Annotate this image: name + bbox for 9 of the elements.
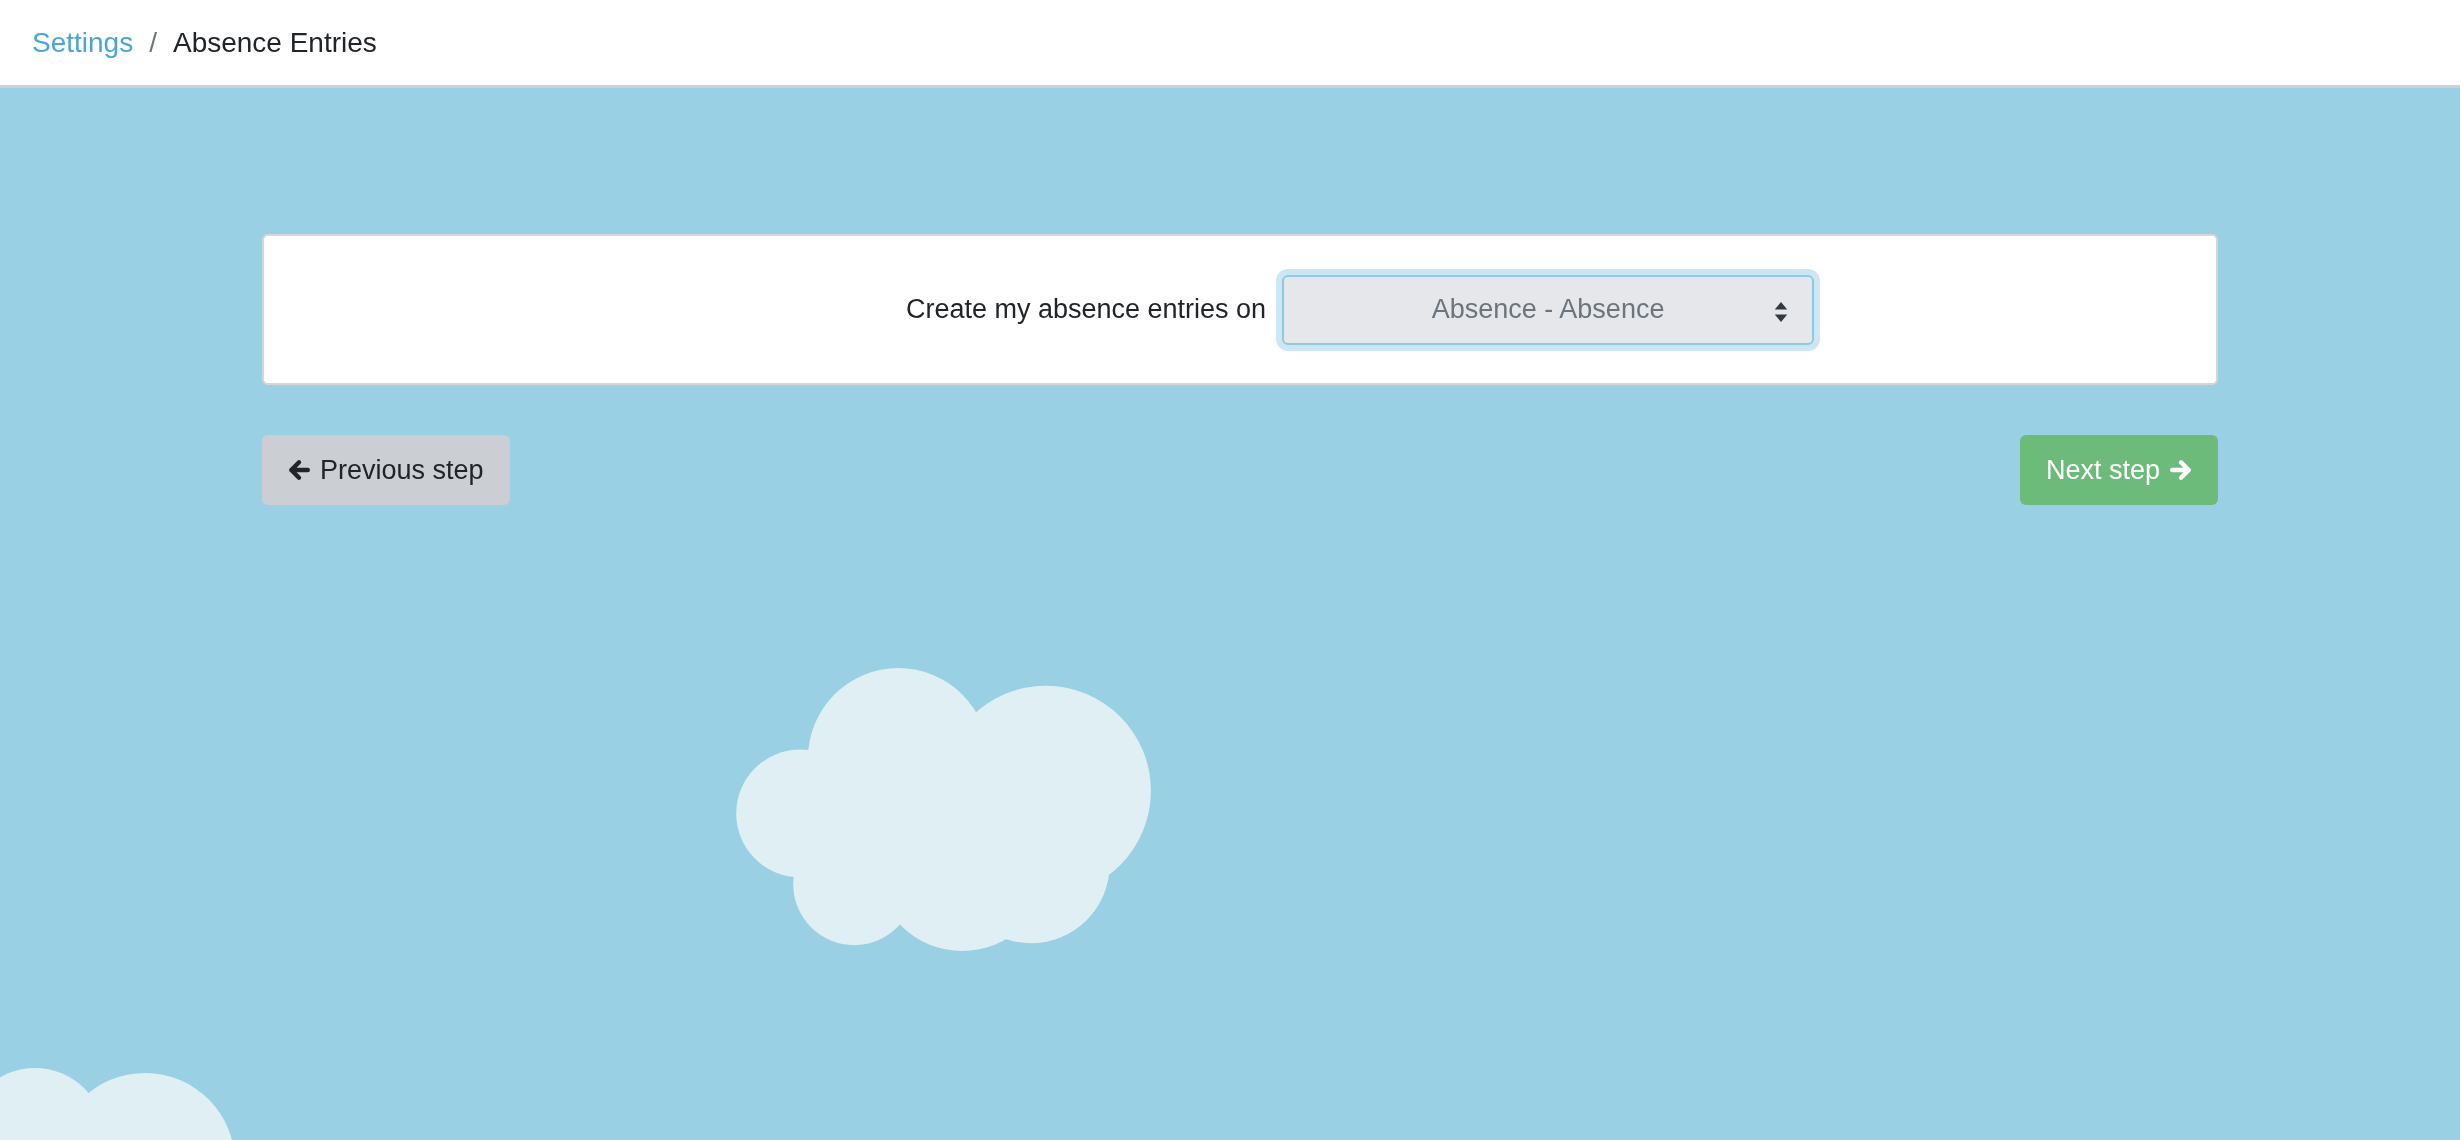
breadcrumb-link[interactable]: Settings	[32, 26, 134, 59]
breadcrumb-current: Absence Entries	[172, 26, 377, 59]
previous-step-button[interactable]: Previous step	[262, 435, 510, 505]
next-step-button[interactable]: Next step	[2019, 435, 2218, 505]
breadcrumb-separator: /	[149, 26, 157, 59]
sort-caret-icon	[1774, 301, 1789, 322]
select-label: Create my absence entries on	[905, 294, 1267, 325]
arrow-right-icon	[2170, 459, 2192, 481]
arrow-left-icon	[288, 459, 310, 481]
